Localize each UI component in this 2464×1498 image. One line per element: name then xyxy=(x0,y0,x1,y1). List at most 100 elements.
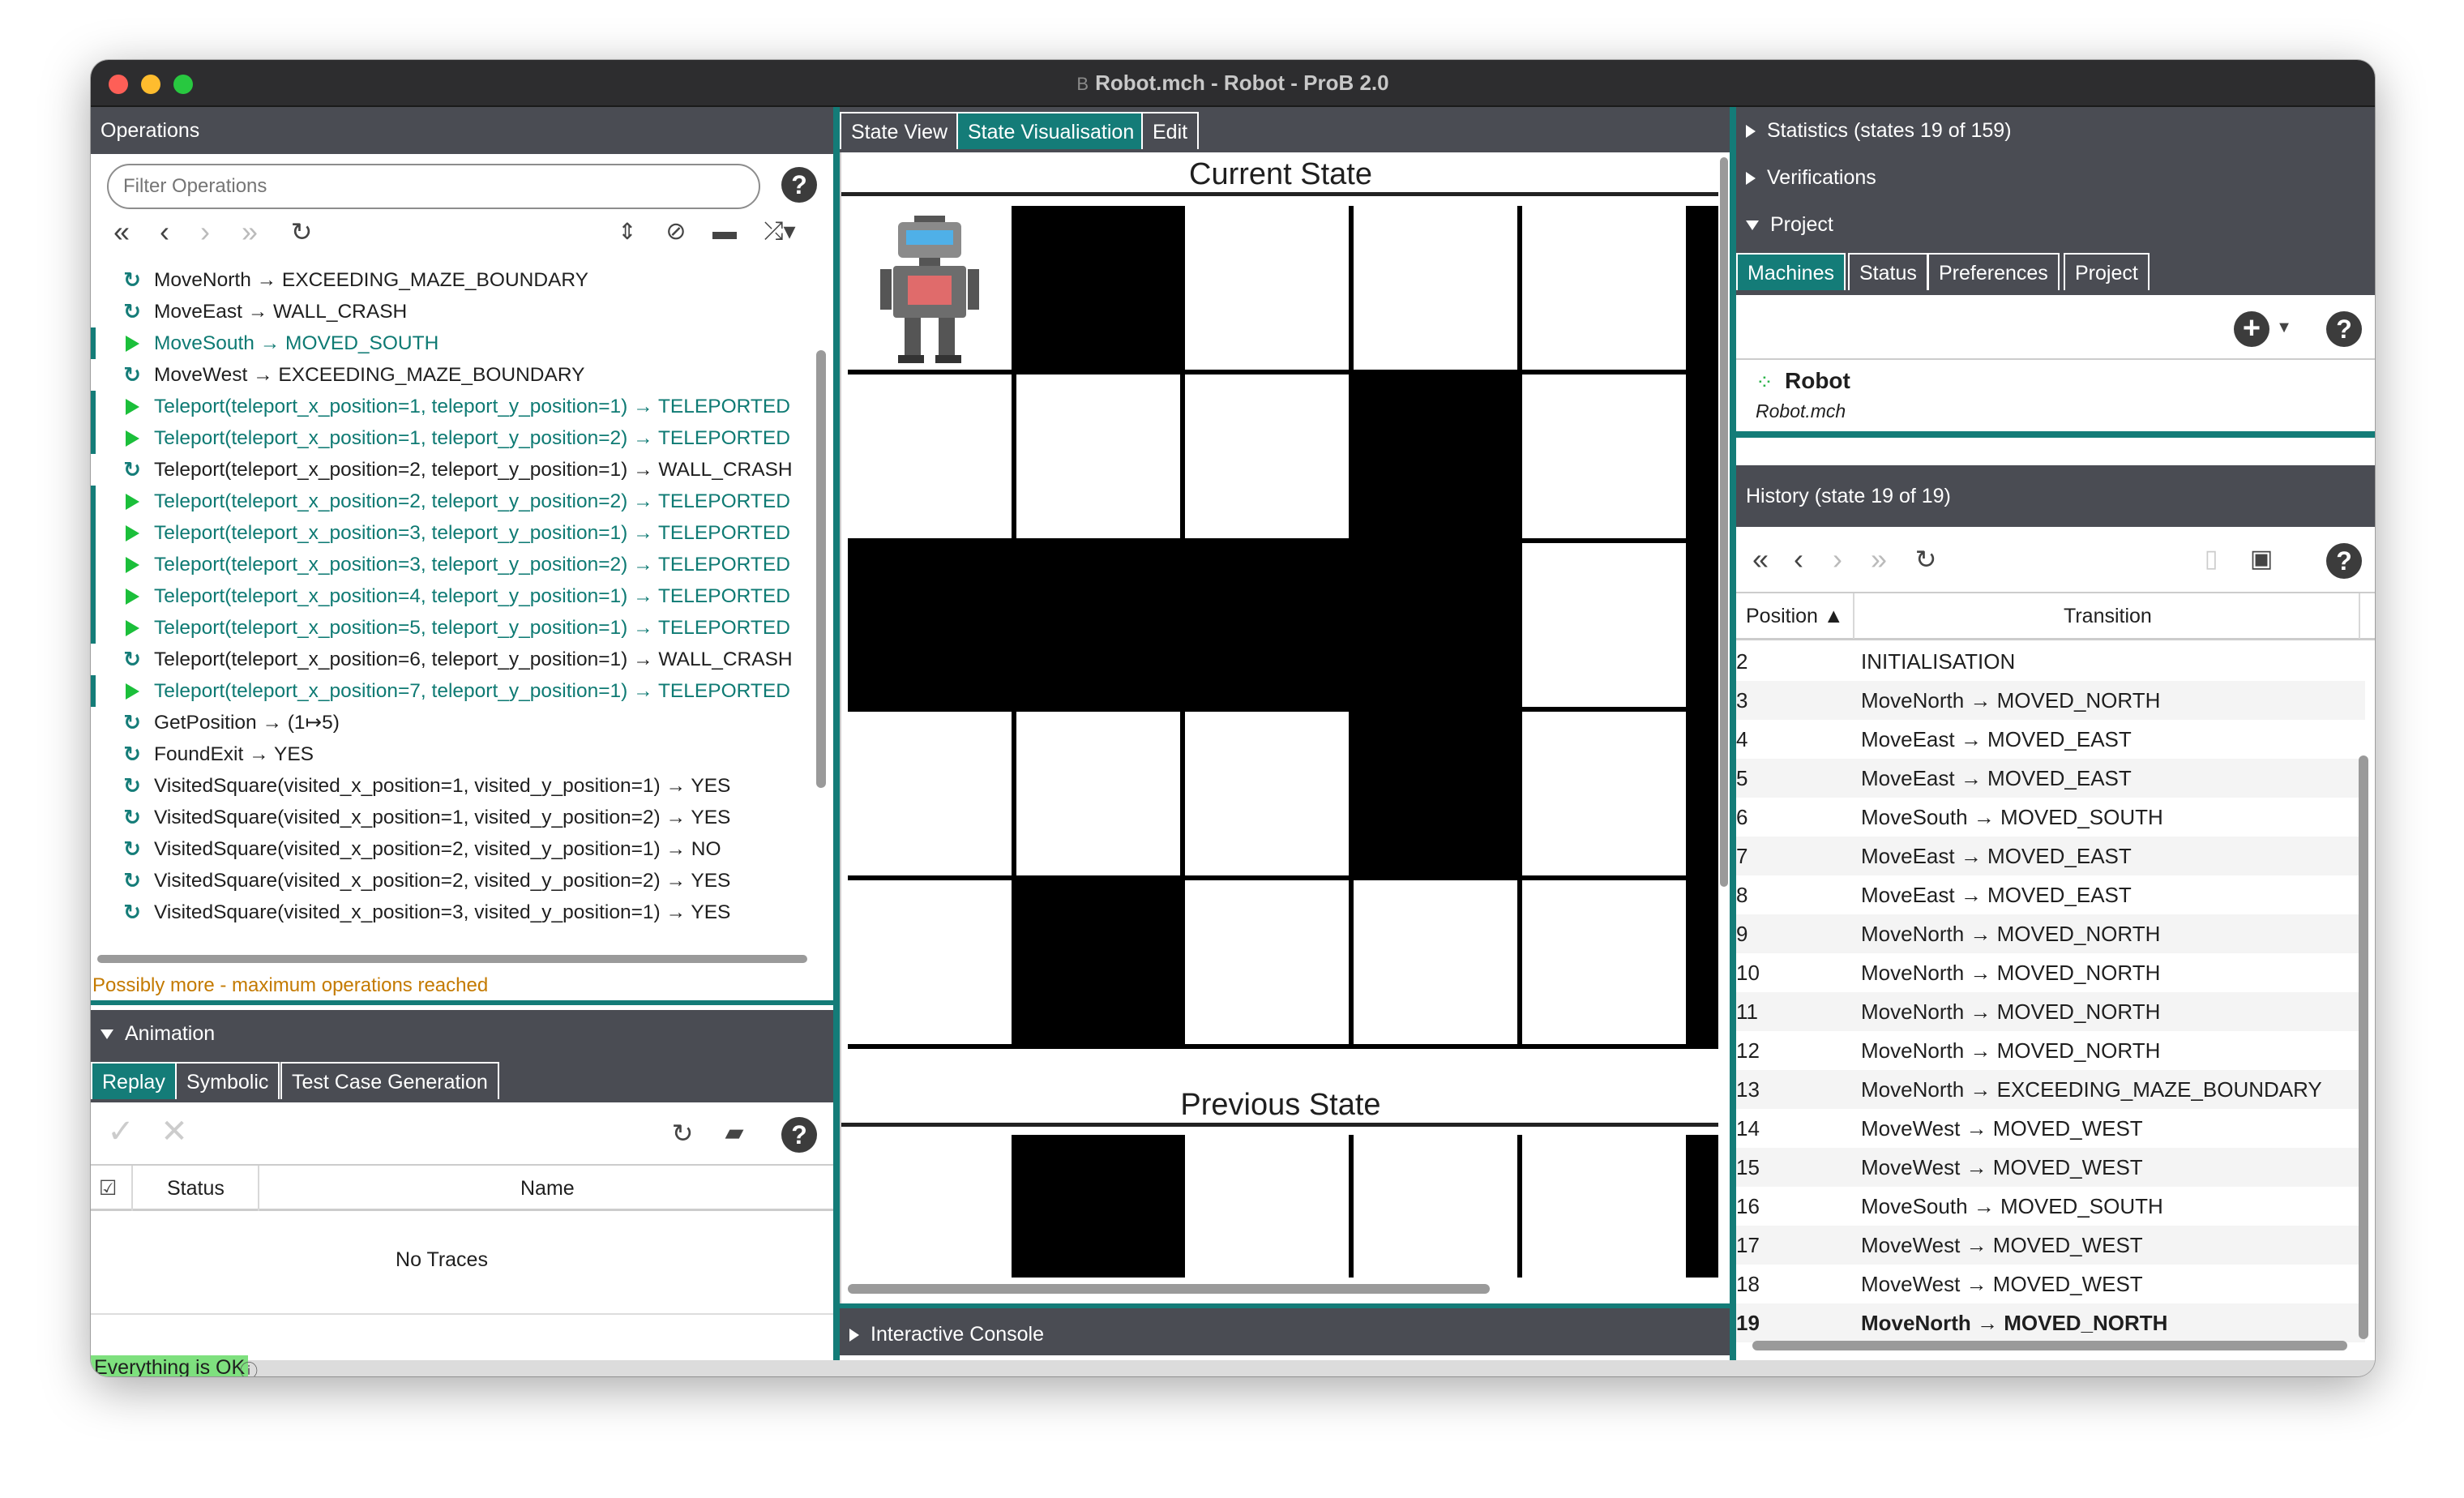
forward-icon[interactable]: › xyxy=(1825,543,1850,576)
history-row[interactable]: 17 MoveWest → MOVED_WEST xyxy=(1736,1226,2365,1265)
history-row[interactable]: 18 MoveWest → MOVED_WEST xyxy=(1736,1265,2365,1303)
operation-item[interactable]: Teleport(teleport_x_position=2, teleport… xyxy=(91,486,812,517)
reload-icon[interactable]: ↻ xyxy=(1910,543,1942,576)
hide-disabled-icon[interactable]: ⊘ xyxy=(658,216,694,248)
visualisation-vscrollbar[interactable] xyxy=(1720,157,1728,887)
select-all-checkbox-icon[interactable]: ☑ xyxy=(99,1166,117,1211)
history-row[interactable]: 9 MoveNorth → MOVED_NORTH xyxy=(1736,914,2365,953)
operation-item[interactable]: ↻ VisitedSquare(visited_x_position=2, vis… xyxy=(91,833,812,865)
right-pane: Statistics (states 19 of 159) Verificati… xyxy=(1736,107,2375,1360)
operation-item[interactable]: ↻ MoveNorth → EXCEEDING_MAZE_BOUNDARY xyxy=(91,264,812,296)
history-row[interactable]: 10 MoveNorth → MOVED_NORTH xyxy=(1736,953,2365,992)
history-row[interactable]: 11 MoveNorth → MOVED_NORTH xyxy=(1736,992,2365,1031)
right-splitter[interactable] xyxy=(1730,107,1736,1360)
history-hscrollbar[interactable] xyxy=(1752,1341,2347,1350)
tab-status[interactable]: Status xyxy=(1848,253,1928,290)
history-row[interactable]: 12 MoveNorth → MOVED_NORTH xyxy=(1736,1031,2365,1070)
name-column-header[interactable]: Name xyxy=(520,1166,575,1211)
tab-state-visualisation[interactable]: State Visualisation xyxy=(956,112,1146,149)
new-file-icon[interactable]: ▯ xyxy=(2195,543,2227,576)
animation-header[interactable]: Animation xyxy=(91,1010,833,1057)
history-row[interactable]: 14 MoveWest → MOVED_WEST xyxy=(1736,1109,2365,1148)
forward-icon[interactable]: › xyxy=(193,216,217,248)
tab-preferences[interactable]: Preferences xyxy=(1927,253,2060,290)
add-machine-icon[interactable]: + xyxy=(2234,311,2269,347)
visualisation-hscrollbar[interactable] xyxy=(848,1284,1490,1294)
refresh-traces-icon[interactable]: ↻ xyxy=(666,1117,699,1149)
history-row[interactable]: 13 MoveNorth → EXCEEDING_MAZE_BOUNDARY xyxy=(1736,1070,2365,1109)
window-title-text: Robot.mch - Robot - ProB 2.0 xyxy=(1095,71,1389,95)
operation-item[interactable]: ↻ VisitedSquare(visited_x_position=3, vis… xyxy=(91,897,812,928)
history-row[interactable]: 19 MoveNorth → MOVED_NORTH xyxy=(1736,1303,2365,1342)
operation-label: VisitedSquare(visited_x_position=1, visi… xyxy=(154,807,731,828)
operations-help-icon[interactable]: ? xyxy=(781,167,817,203)
fast-back-icon[interactable]: « xyxy=(105,216,138,248)
sort-icon[interactable]: ⇕ xyxy=(611,216,644,248)
prob-logo-icon: B xyxy=(1076,74,1089,94)
verifications-header[interactable]: Verifications xyxy=(1736,154,2375,201)
history-help-icon[interactable]: ? xyxy=(2326,543,2362,579)
fast-forward-icon[interactable]: » xyxy=(1863,543,1895,576)
history-row[interactable]: 2 INITIALISATION xyxy=(1736,642,2365,681)
history-row[interactable]: 3 MoveNorth → MOVED_NORTH xyxy=(1736,681,2365,720)
info-icon[interactable]: ⓘ xyxy=(240,1357,258,1376)
check-circle-icon[interactable]: ✓ xyxy=(102,1115,139,1148)
operation-item[interactable]: Teleport(teleport_x_position=1, teleport… xyxy=(91,422,812,454)
tab-project[interactable]: Project xyxy=(2064,253,2150,290)
position-column-header[interactable]: Position ▲ xyxy=(1746,593,1844,639)
left-splitter[interactable] xyxy=(833,107,840,1360)
status-column-header[interactable]: Status xyxy=(167,1166,225,1211)
operation-item[interactable]: Teleport(teleport_x_position=7, teleport… xyxy=(91,675,812,707)
machine-list-item[interactable]: ⁘ Robot Robot.mch xyxy=(1736,362,2375,431)
operation-item[interactable]: ↻ GetPosition → (1↦5) xyxy=(91,707,812,738)
chevron-down-icon[interactable]: ▼ xyxy=(2274,311,2294,344)
back-icon[interactable]: ‹ xyxy=(1786,543,1811,576)
project-header[interactable]: Project xyxy=(1736,201,2375,248)
tab-test-case-generation[interactable]: Test Case Generation xyxy=(280,1062,499,1099)
fast-back-icon[interactable]: « xyxy=(1744,543,1777,576)
reload-icon[interactable]: ↻ xyxy=(285,216,318,248)
back-icon[interactable]: ‹ xyxy=(152,216,177,248)
operation-item[interactable]: ↻ MoveWest → EXCEEDING_MAZE_BOUNDARY xyxy=(91,359,812,391)
tab-edit[interactable]: Edit xyxy=(1141,112,1200,149)
tab-replay[interactable]: Replay xyxy=(91,1062,177,1099)
transition-column-header[interactable]: Transition xyxy=(2064,593,2152,639)
history-row[interactable]: 5 MoveEast → MOVED_EAST xyxy=(1736,759,2365,798)
statistics-header[interactable]: Statistics (states 19 of 159) xyxy=(1736,107,2375,154)
tab-machines[interactable]: Machines xyxy=(1736,253,1846,290)
operation-item[interactable]: Teleport(teleport_x_position=4, teleport… xyxy=(91,580,812,612)
operation-item[interactable]: Teleport(teleport_x_position=1, teleport… xyxy=(91,391,812,422)
tab-state-view[interactable]: State View xyxy=(840,112,960,149)
operations-hscrollbar[interactable] xyxy=(97,955,807,963)
operation-item[interactable]: ↻ VisitedSquare(visited_x_position=2, vis… xyxy=(91,865,812,897)
operation-item[interactable]: Teleport(teleport_x_position=5, teleport… xyxy=(91,612,812,644)
history-position: 13 xyxy=(1736,1077,1760,1102)
operation-item[interactable]: ↻ VisitedSquare(visited_x_position=1, vis… xyxy=(91,802,812,833)
history-row[interactable]: 8 MoveEast → MOVED_EAST xyxy=(1736,875,2365,914)
fast-forward-icon[interactable]: » xyxy=(233,216,266,248)
history-row[interactable]: 16 MoveSouth → MOVED_SOUTH xyxy=(1736,1187,2365,1226)
random-icon[interactable]: ⤮▾ xyxy=(755,216,804,248)
operation-item[interactable]: ↻ MoveEast → WALL_CRASH xyxy=(91,296,812,327)
operation-item[interactable]: MoveSouth → MOVED_SOUTH xyxy=(91,327,812,359)
history-row[interactable]: 7 MoveEast → MOVED_EAST xyxy=(1736,837,2365,875)
save-icon[interactable]: ▣ xyxy=(2245,543,2278,576)
open-folder-icon[interactable]: ▰ xyxy=(718,1117,751,1149)
operation-item[interactable]: ↻ FoundExit → YES xyxy=(91,738,812,770)
history-vscrollbar[interactable] xyxy=(2359,755,2368,1339)
history-row[interactable]: 4 MoveEast → MOVED_EAST xyxy=(1736,720,2365,759)
animation-help-icon[interactable]: ? xyxy=(781,1117,817,1153)
interactive-console-header[interactable]: Interactive Console xyxy=(840,1303,1730,1355)
cancel-circle-icon[interactable]: ✕ xyxy=(156,1115,193,1148)
operation-item[interactable]: Teleport(teleport_x_position=3, teleport… xyxy=(91,549,812,580)
collapse-icon[interactable]: ▬ xyxy=(708,216,741,248)
history-row[interactable]: 6 MoveSouth → MOVED_SOUTH xyxy=(1736,798,2365,837)
operation-item[interactable]: Teleport(teleport_x_position=3, teleport… xyxy=(91,517,812,549)
operations-scrollbar[interactable] xyxy=(816,350,826,788)
tab-symbolic[interactable]: Symbolic xyxy=(175,1062,280,1099)
operation-item[interactable]: ↻ VisitedSquare(visited_x_position=1, vis… xyxy=(91,770,812,802)
operation-item[interactable]: ↻ Teleport(teleport_x_position=6, telepor… xyxy=(91,644,812,675)
project-help-icon[interactable]: ? xyxy=(2326,311,2362,347)
history-row[interactable]: 15 MoveWest → MOVED_WEST xyxy=(1736,1148,2365,1187)
operation-item[interactable]: ↻ Teleport(teleport_x_position=2, telepor… xyxy=(91,454,812,486)
